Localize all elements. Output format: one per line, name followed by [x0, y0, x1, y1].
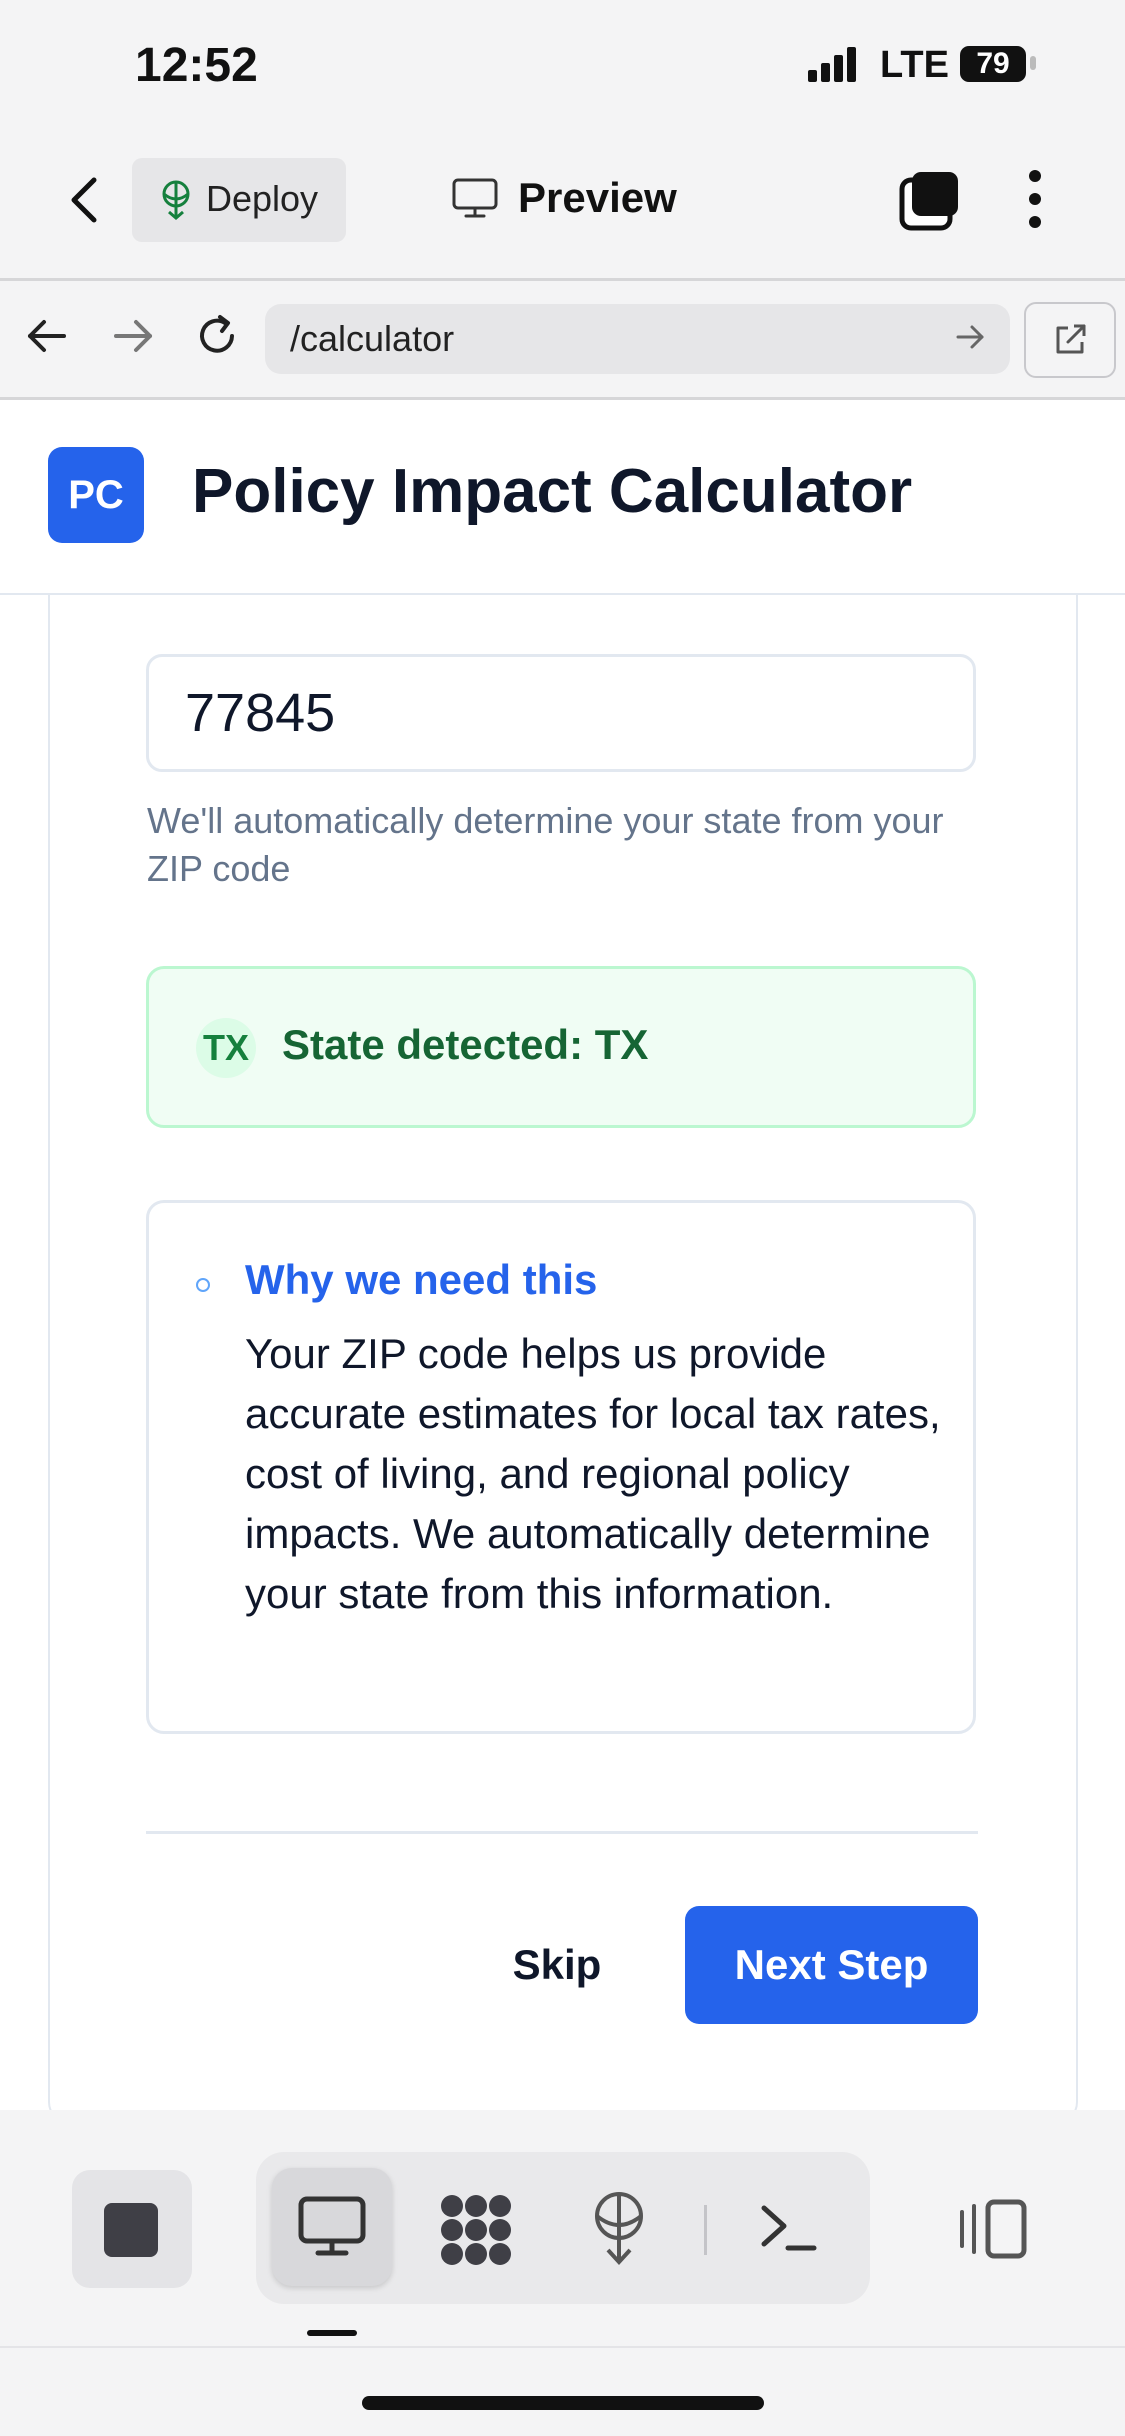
deploy-tool-icon[interactable] [588, 2190, 650, 2266]
form-divider [146, 1831, 978, 1834]
info-body: Your ZIP code helps us provide accurate … [245, 1330, 941, 1617]
battery-level: 79 [960, 46, 1026, 82]
panel-toggle-icon[interactable] [958, 2198, 1028, 2260]
status-time: 12:52 [135, 39, 258, 92]
terminal-icon[interactable] [758, 2200, 818, 2256]
signal-icon [808, 47, 856, 82]
external-link-icon [1056, 324, 1086, 354]
next-step-button[interactable]: Next Step [685, 1906, 978, 2024]
battery-icon [1030, 56, 1036, 70]
bullet-icon [196, 1278, 210, 1292]
reload-icon[interactable] [192, 311, 242, 361]
home-divider [0, 2346, 1125, 2348]
back-chevron-icon[interactable] [60, 170, 110, 230]
open-external-button[interactable] [1024, 302, 1116, 378]
apps-icon[interactable] [438, 2192, 514, 2268]
deploy-label: Deploy [206, 178, 319, 219]
go-arrow-icon[interactable] [954, 322, 988, 352]
browser-forward-icon[interactable] [110, 313, 156, 359]
info-title: Why we need this [245, 1256, 598, 1303]
zip-code-input[interactable] [146, 654, 976, 772]
network-label: LTE [880, 44, 949, 86]
toolbar-separator [704, 2205, 707, 2255]
stop-icon [104, 2203, 158, 2257]
state-detected-text: State detected: TX [282, 1021, 649, 1068]
skip-button[interactable]: Skip [490, 1906, 624, 2024]
deploy-icon [162, 180, 190, 220]
status-indicators: LTE 79 [808, 44, 1068, 86]
url-text[interactable]: /calculator [290, 318, 454, 360]
active-tab-indicator [307, 2330, 357, 2336]
monitor-icon[interactable] [452, 178, 498, 220]
home-indicator[interactable] [362, 2396, 764, 2410]
preview-tab-label[interactable]: Preview [518, 174, 677, 222]
browser-back-icon[interactable] [24, 313, 70, 359]
desktop-icon [298, 2196, 366, 2256]
more-vertical-icon[interactable] [1020, 168, 1050, 230]
tabs-switcher-icon[interactable] [898, 170, 960, 232]
page-title: Policy Impact Calculator [192, 457, 913, 526]
state-badge: TX [196, 1018, 256, 1078]
app-logo[interactable]: PC [48, 447, 144, 543]
zip-helper-text: We'll automatically determine your state… [147, 800, 944, 889]
